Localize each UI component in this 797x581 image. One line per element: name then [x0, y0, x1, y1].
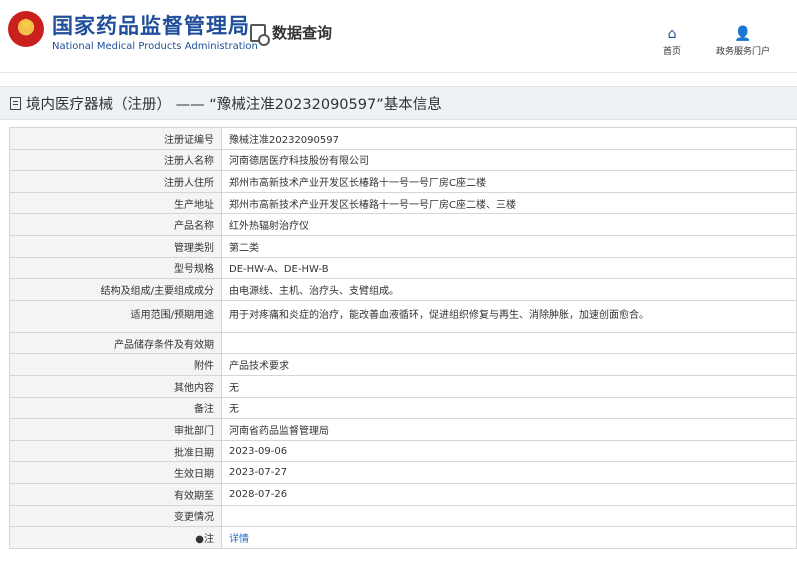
field-label: 附件	[9, 353, 222, 376]
field-value: 豫械注准20232090597	[221, 127, 797, 150]
table-row: 产品名称 红外热辐射治疗仪	[9, 213, 797, 236]
home-icon: ⌂	[667, 26, 677, 42]
device-info-table: 注册证编号 豫械注准20232090597 注册人名称 河南德居医疗科技股份有限公司注…	[9, 127, 797, 549]
page-title-bar: 境内医疗器械（注册） —— “豫械注准20232090597”基本信息	[0, 86, 797, 120]
nav-portal-label: 政务服务门户	[716, 47, 771, 57]
document-search-icon	[250, 23, 270, 46]
table-row: 管理类别 第二类	[9, 234, 797, 258]
table-row: 注册人名称 河南德居医疗科技股份有限公司	[9, 148, 797, 172]
nav-home-label: 首页	[663, 47, 682, 57]
table-row: 适用范围/预期用途 用于对疼痛和炎症的治疗，能改善血液循环，促进组织修复与再生、消…	[9, 299, 797, 333]
field-label: 型号规格	[9, 256, 222, 280]
field-label: 产品名称	[9, 213, 222, 236]
table-row: 结构及组成/主要组成成分 由电源线、主机、治疗头、支臂组成。	[9, 278, 797, 301]
site-header: 国家药品监督管理局 National Medical Products Admi…	[0, 0, 797, 73]
field-label: ●注	[9, 526, 222, 549]
table-row: 变更情况	[9, 504, 797, 528]
field-label: 审批部门	[9, 418, 222, 441]
table-row: 有效期至 2028-07-26	[9, 482, 797, 506]
field-value	[221, 504, 797, 528]
field-value: 郑州市高新技术产业开发区长椿路十一号一号厂房C座二楼	[221, 170, 797, 193]
field-value: 红外热辐射治疗仪	[221, 213, 797, 236]
field-label: 注册证编号	[9, 127, 222, 150]
table-row: ●注 详情	[9, 526, 797, 549]
site-name-cn[interactable]: 国家药品监督管理局	[52, 10, 250, 40]
field-value	[221, 331, 797, 355]
details-link[interactable]: 详情	[229, 534, 249, 545]
field-value: 无	[221, 374, 797, 398]
table-row: 注册证编号 豫械注准20232090597	[9, 127, 797, 150]
field-label: 适用范围/预期用途	[9, 299, 222, 333]
table-row: 型号规格 DE-HW-A、DE-HW-B	[9, 256, 797, 280]
table-row: 生效日期 2023-07-27	[9, 461, 797, 484]
table-row: 生产地址 郑州市高新技术产业开发区长椿路十一号一号厂房C座二楼、三楼	[9, 191, 797, 215]
table-row: 产品储存条件及有效期	[9, 331, 797, 355]
field-value: 由电源线、主机、治疗头、支臂组成。	[221, 278, 797, 301]
field-value: 河南省药品监督管理局	[221, 418, 797, 441]
field-value: DE-HW-A、DE-HW-B	[221, 256, 797, 280]
nav-home[interactable]: ⌂ 首页	[663, 24, 681, 57]
field-value: 2028-07-26	[221, 482, 797, 506]
field-label: 生效日期	[9, 461, 222, 484]
field-label: 有效期至	[9, 482, 222, 506]
emblem-logo-icon[interactable]	[8, 11, 44, 47]
nav-service-portal[interactable]: 👤 政务服务门户	[716, 24, 770, 57]
table-row: 其他内容无	[9, 374, 797, 398]
table-row: 附件 产品技术要求	[9, 353, 797, 376]
site-name-en[interactable]: National Medical Products Administration	[52, 41, 258, 52]
field-value: 无	[221, 396, 797, 420]
field-label: 其他内容	[9, 374, 222, 398]
field-value: 河南德居医疗科技股份有限公司	[221, 148, 797, 172]
page-title: 境内医疗器械（注册） —— “豫械注准20232090597”基本信息	[26, 96, 442, 113]
table-row: 审批部门 河南省药品监督管理局	[9, 418, 797, 441]
field-label: 批准日期	[9, 439, 222, 463]
user-icon: 👤	[734, 26, 752, 42]
field-value: 用于对疼痛和炎症的治疗，能改善血液循环，促进组织修复与再生、消除肿胀，加速创面愈…	[221, 299, 797, 333]
field-label: 备注	[9, 396, 222, 420]
field-label: 管理类别	[9, 234, 222, 258]
table-row: 批准日期 2023-09-06	[9, 439, 797, 463]
field-value: 产品技术要求	[221, 353, 797, 376]
data-query-link[interactable]: 数据查询	[250, 22, 333, 46]
field-label: 注册人名称	[9, 148, 222, 172]
field-label: 注册人住所	[9, 170, 222, 193]
table-row: 备注无	[9, 396, 797, 420]
field-label: 结构及组成/主要组成成分	[9, 278, 222, 301]
field-value: 2023-07-27	[221, 461, 797, 484]
field-value: 详情	[221, 526, 797, 549]
field-label: 产品储存条件及有效期	[9, 331, 222, 355]
field-value: 2023-09-06	[221, 439, 797, 463]
table-row: 注册人住所 郑州市高新技术产业开发区长椿路十一号一号厂房C座二楼	[9, 170, 797, 193]
field-label: 变更情况	[9, 504, 222, 528]
document-icon	[10, 96, 21, 110]
field-label: 生产地址	[9, 191, 222, 215]
field-value: 第二类	[221, 234, 797, 258]
field-value: 郑州市高新技术产业开发区长椿路十一号一号厂房C座二楼、三楼	[221, 191, 797, 215]
data-query-label: 数据查询	[272, 24, 333, 42]
